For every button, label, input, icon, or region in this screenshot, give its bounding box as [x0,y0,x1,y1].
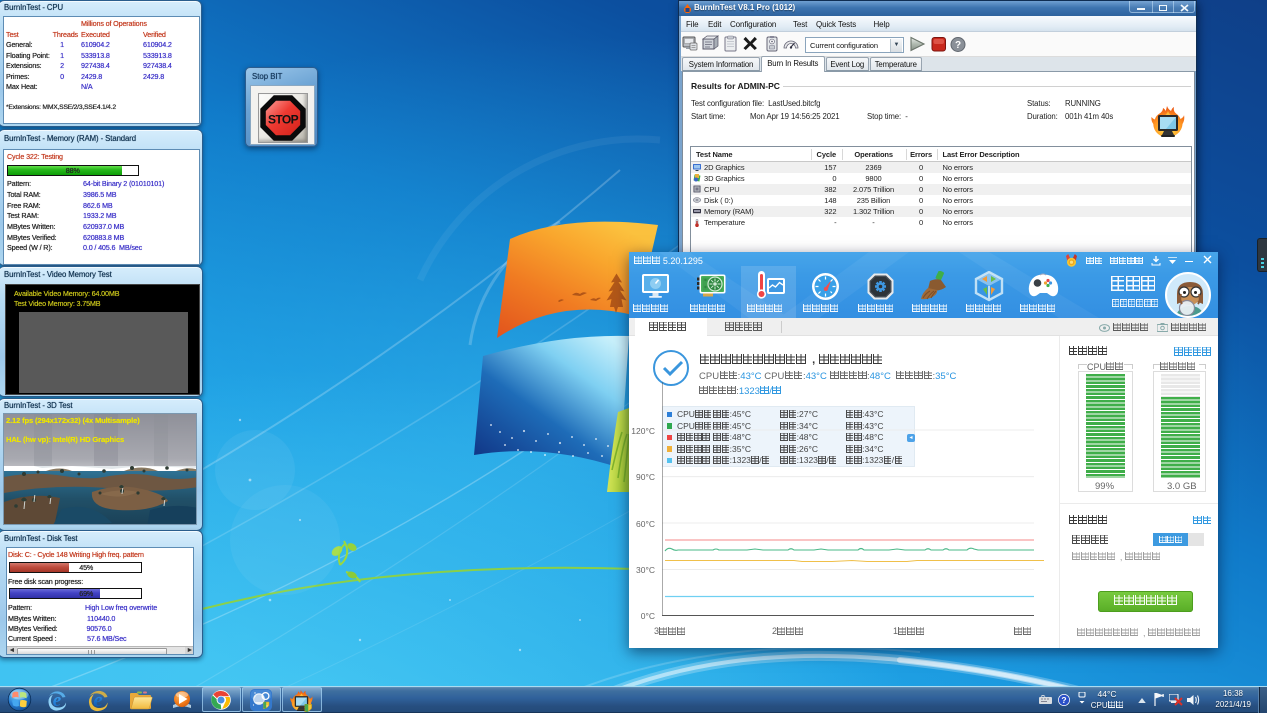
svg-text:?: ? [1061,695,1066,705]
svg-text:?: ? [955,40,961,51]
svg-text:STOP: STOP [268,113,299,127]
